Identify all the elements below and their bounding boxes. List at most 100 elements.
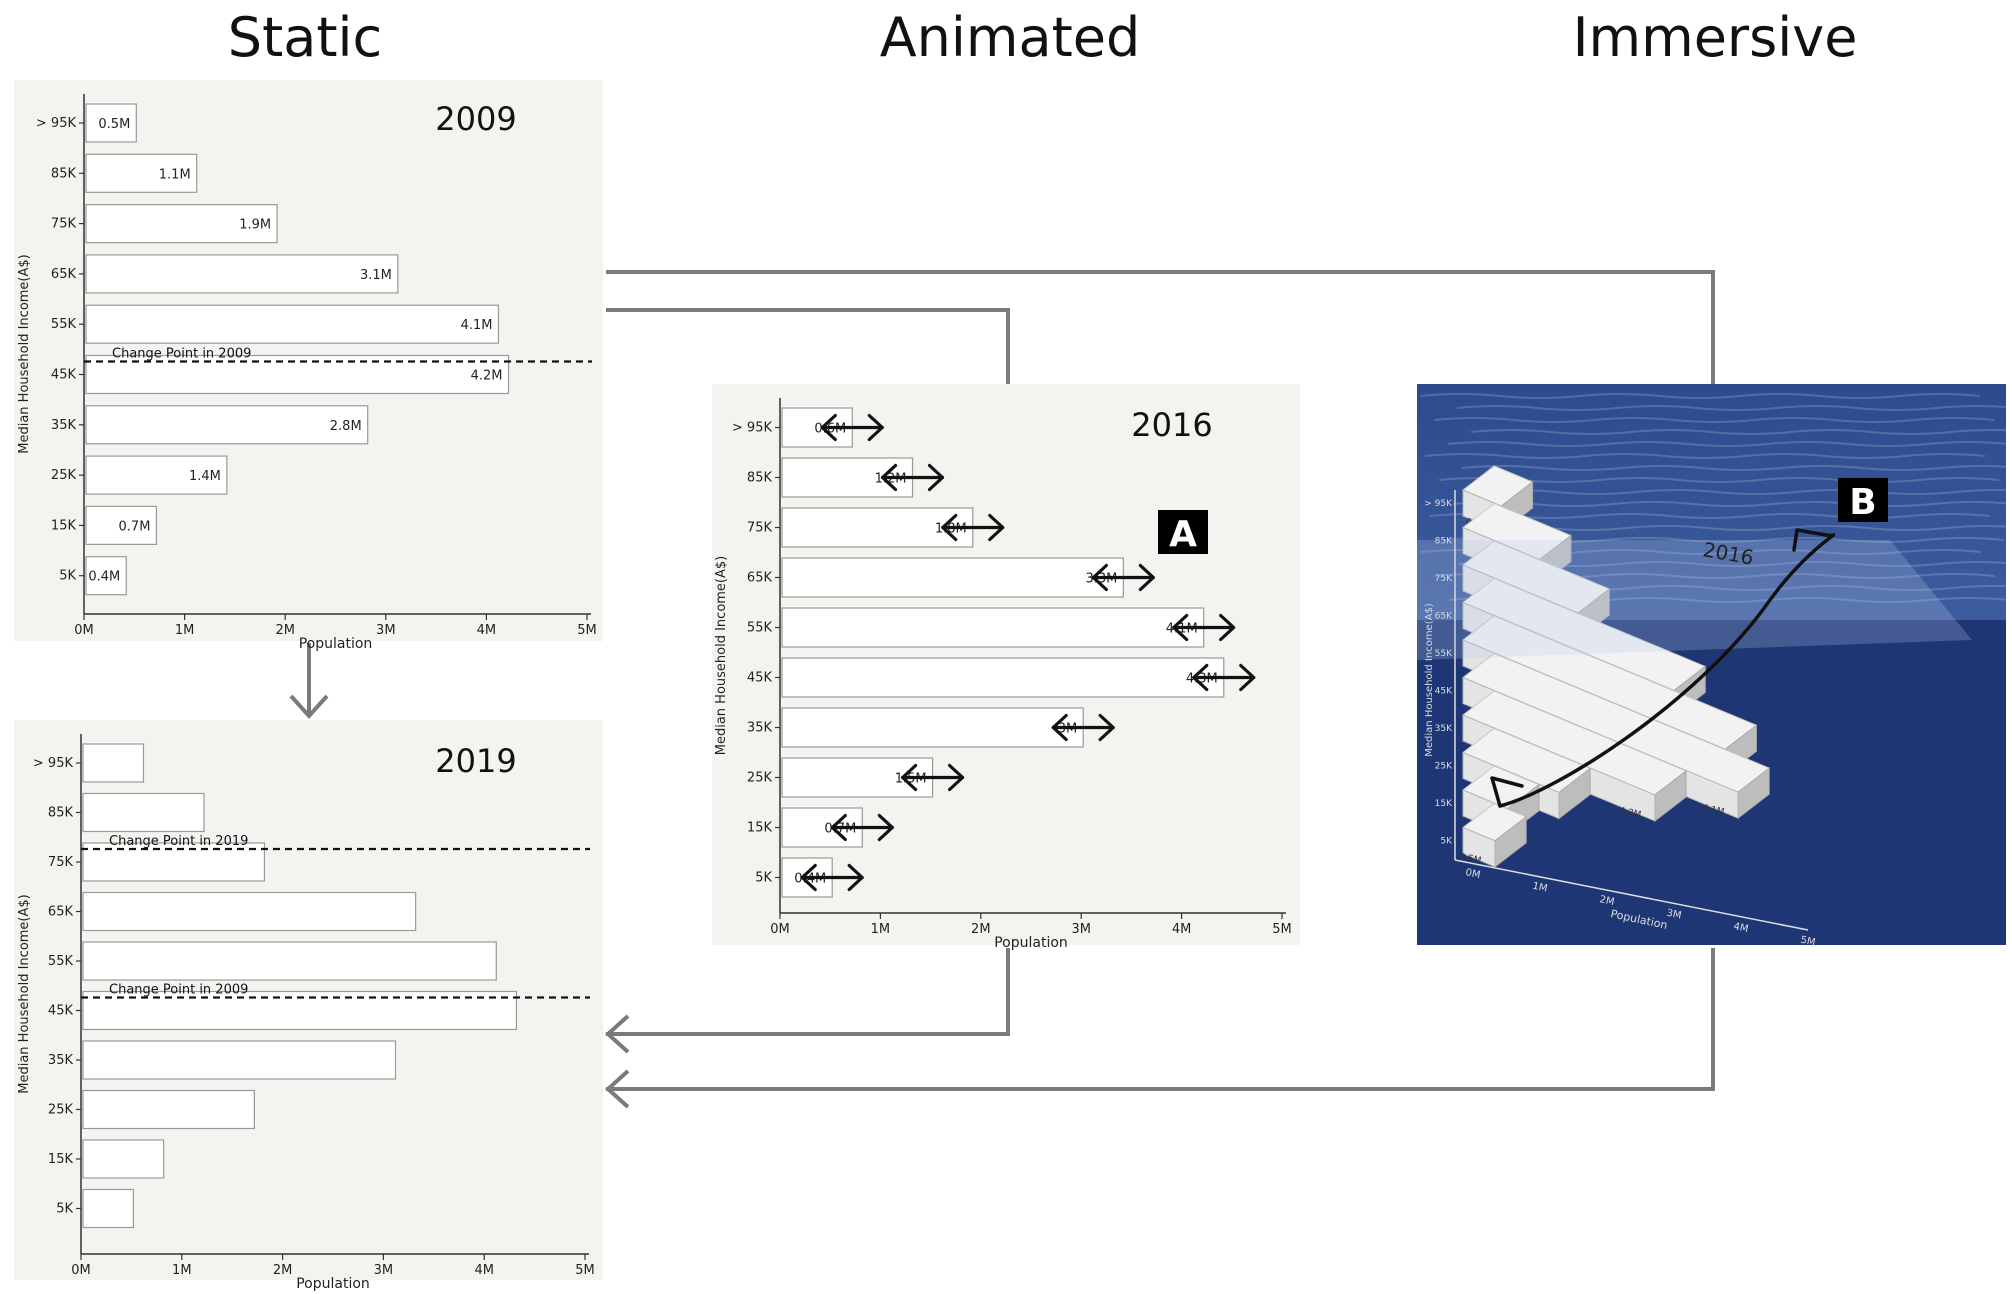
y-tick-label: 85K	[51, 166, 77, 181]
chart-title: 2019	[435, 742, 516, 780]
bar-55k	[781, 607, 1205, 648]
y-tick-label: > 95K	[33, 756, 74, 771]
x-tick-label: 3M	[376, 623, 396, 638]
x-tick-label: 5M	[577, 623, 597, 638]
label-a: A	[1169, 514, 1197, 555]
y-tick-label: 15K	[747, 821, 773, 836]
immersive-y-tick-label: 35K	[1435, 724, 1453, 734]
y-tick-label: 15K	[51, 518, 77, 533]
y-tick-label: 25K	[48, 1103, 74, 1118]
data-label: 4.2M	[471, 369, 503, 384]
y-tick-label: 5K	[59, 569, 76, 584]
bar-65k	[781, 557, 1124, 598]
immersive-y-tick-label: > 95K	[1424, 499, 1453, 509]
y-tick-label: 65K	[51, 267, 77, 282]
x-tick-label: 5M	[575, 1263, 595, 1278]
y-tick-label: 5K	[56, 1202, 73, 1217]
immersive-y-tick-label: 15K	[1435, 799, 1453, 809]
immersive-y-tick-label: 25K	[1435, 762, 1453, 772]
bar-25k	[82, 1089, 255, 1130]
y-tick-label: 5K	[755, 871, 772, 886]
y-axis-label: Median Household Income(A$)	[17, 254, 32, 454]
x-tick-label: 5M	[1272, 922, 1292, 937]
y-tick-label: 65K	[747, 571, 773, 586]
x-tick-label: 4M	[474, 1263, 494, 1278]
bar-55k	[82, 941, 497, 981]
x-tick-label: 2M	[275, 623, 295, 638]
y-tick-label: 85K	[747, 471, 773, 486]
y-tick-label: 45K	[48, 1004, 74, 1019]
chart-title: 2009	[435, 100, 516, 138]
bar-65k	[85, 254, 399, 294]
y-tick-label: 65K	[48, 905, 74, 920]
change-point-label: Change Point in 2009	[112, 347, 251, 362]
x-tick-label: 4M	[477, 623, 497, 638]
label-b: B	[1849, 482, 1876, 523]
y-axis-label: Median Household Income(A$)	[17, 894, 32, 1094]
y-tick-label: 35K	[747, 721, 773, 736]
x-axis-label: Population	[296, 1276, 370, 1292]
y-tick-label: 75K	[48, 855, 74, 870]
bar-35k	[85, 405, 369, 445]
y-tick-label: 25K	[747, 771, 773, 786]
y-tick-label: > 95K	[732, 421, 773, 436]
immersive-x-tick-label: 5M	[1799, 935, 1816, 949]
y-tick-label: 35K	[51, 418, 77, 433]
water-plane	[1417, 540, 1972, 660]
y-tick-label: 55K	[747, 621, 773, 636]
y-tick-label: 75K	[51, 217, 77, 232]
y-tick-label: 15K	[48, 1152, 74, 1167]
immersive-y-tick-label: 5K	[1440, 837, 1453, 847]
x-tick-label: 2M	[273, 1263, 293, 1278]
bar-95k	[82, 743, 145, 783]
data-label: 4.1M	[461, 318, 493, 333]
bar-5k	[82, 1188, 135, 1229]
x-axis-label: Population	[994, 935, 1068, 951]
bar-45k	[781, 657, 1225, 698]
data-label: 2.8M	[330, 419, 362, 434]
bar-35k	[781, 707, 1084, 748]
x-axis-label: Population	[299, 636, 373, 652]
connector-animated-to-static	[606, 948, 1010, 1036]
data-label: 1.9M	[239, 218, 271, 233]
x-tick-label: 2M	[971, 922, 991, 937]
x-tick-label: 3M	[374, 1263, 394, 1278]
y-tick-label: 35K	[48, 1053, 74, 1068]
data-label: 0.5M	[98, 117, 130, 132]
connector-static-to-animated	[606, 308, 1010, 384]
y-tick-label: > 95K	[36, 116, 77, 131]
y-tick-label: 25K	[51, 468, 77, 483]
y-tick-label: 55K	[48, 954, 74, 969]
x-tick-label: 1M	[172, 1263, 192, 1278]
x-tick-label: 1M	[175, 623, 195, 638]
connector-static-to-immersive	[606, 270, 1715, 384]
data-label: 0.4M	[88, 570, 120, 585]
y-tick-label: 45K	[747, 671, 773, 686]
y-tick-label: 75K	[747, 521, 773, 536]
x-tick-label: 0M	[74, 623, 94, 638]
x-tick-label: 0M	[770, 922, 790, 937]
bar-15k	[82, 1139, 165, 1179]
y-axis-label: Median Household Income(A$)	[714, 556, 729, 756]
y-tick-label: 85K	[48, 806, 74, 821]
immersive-y-tick-label: 45K	[1435, 687, 1453, 697]
data-label: 3.1M	[360, 268, 392, 283]
x-tick-label: 4M	[1172, 922, 1192, 937]
x-tick-label: 3M	[1071, 922, 1091, 937]
chart-title: 2016	[1131, 406, 1212, 444]
change-point-label: Change Point in 2009	[109, 983, 248, 998]
figure-canvas: 0M 1M 2M 3M 4M 5M > 95K 0.5M 85K 1.1M 75K 1.9M 65K 3.…	[14, 80, 2012, 1292]
data-label: 1.1M	[159, 167, 191, 182]
bar-65k	[82, 891, 417, 932]
y-tick-label: 55K	[51, 317, 77, 332]
bar-35k	[82, 1040, 397, 1080]
y-tick-label: 45K	[51, 368, 77, 383]
bar-85k	[82, 792, 205, 833]
x-tick-label: 0M	[71, 1263, 91, 1278]
change-point-label: Change Point in 2019	[109, 834, 248, 849]
connector-immersive-to-static	[606, 948, 1715, 1091]
data-label: 0.7M	[119, 519, 151, 534]
bar-55k	[85, 304, 500, 344]
data-label: 1.4M	[189, 469, 221, 484]
x-tick-label: 1M	[871, 922, 891, 937]
